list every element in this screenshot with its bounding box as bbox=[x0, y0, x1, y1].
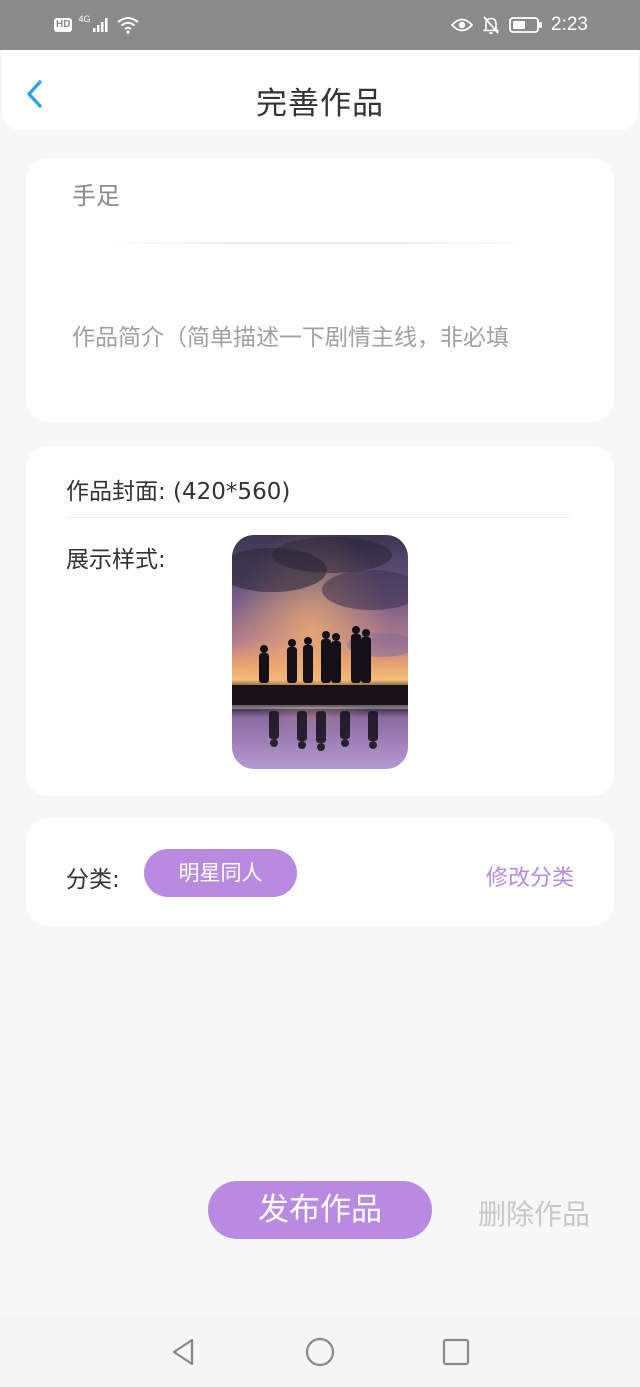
delete-button[interactable]: 删除作品 bbox=[478, 1193, 590, 1233]
cover-artwork bbox=[232, 535, 408, 769]
cover-label: 作品封面: (420*560) bbox=[66, 479, 291, 505]
status-right-group: 2:23 bbox=[451, 12, 588, 38]
intro-input[interactable]: 作品简介（简单描述一下剧情主线，非必填 bbox=[72, 318, 509, 352]
title-divider bbox=[96, 242, 538, 244]
wifi-icon bbox=[117, 17, 140, 34]
status-bar: HD 4G 2:23 bbox=[0, 0, 640, 50]
recents-square-icon[interactable] bbox=[440, 1336, 472, 1368]
page-title: 完善作品 bbox=[256, 86, 384, 122]
back-triangle-icon[interactable] bbox=[168, 1336, 200, 1368]
home-circle-icon[interactable] bbox=[304, 1336, 336, 1368]
hd-badge: HD bbox=[54, 18, 73, 32]
display-style-label: 展示样式: bbox=[66, 547, 166, 573]
cover-card: 作品封面: (420*560) 展示样式: bbox=[26, 446, 614, 796]
eye-icon bbox=[451, 18, 474, 32]
network-type: 4G bbox=[78, 14, 91, 24]
status-time: 2:23 bbox=[551, 14, 588, 35]
category-card: 分类: 明星同人 修改分类 bbox=[26, 818, 614, 926]
cover-divider bbox=[66, 517, 571, 518]
title-card: 手足 作品简介（简单描述一下剧情主线，非必填 bbox=[26, 158, 614, 422]
signal-icon bbox=[93, 18, 108, 32]
battery-icon bbox=[509, 17, 543, 33]
work-title-input[interactable]: 手足 bbox=[72, 176, 120, 211]
edit-category-button[interactable]: 修改分类 bbox=[486, 860, 574, 892]
category-tag: 明星同人 bbox=[144, 849, 297, 897]
publish-button[interactable]: 发布作品 bbox=[208, 1181, 432, 1239]
system-nav-bar bbox=[0, 1317, 640, 1387]
status-left-group: HD 4G bbox=[54, 13, 140, 37]
bell-off-icon bbox=[482, 16, 500, 35]
category-label: 分类: bbox=[66, 867, 120, 893]
cover-image[interactable] bbox=[232, 535, 408, 769]
app-header: 完善作品 bbox=[2, 50, 638, 130]
